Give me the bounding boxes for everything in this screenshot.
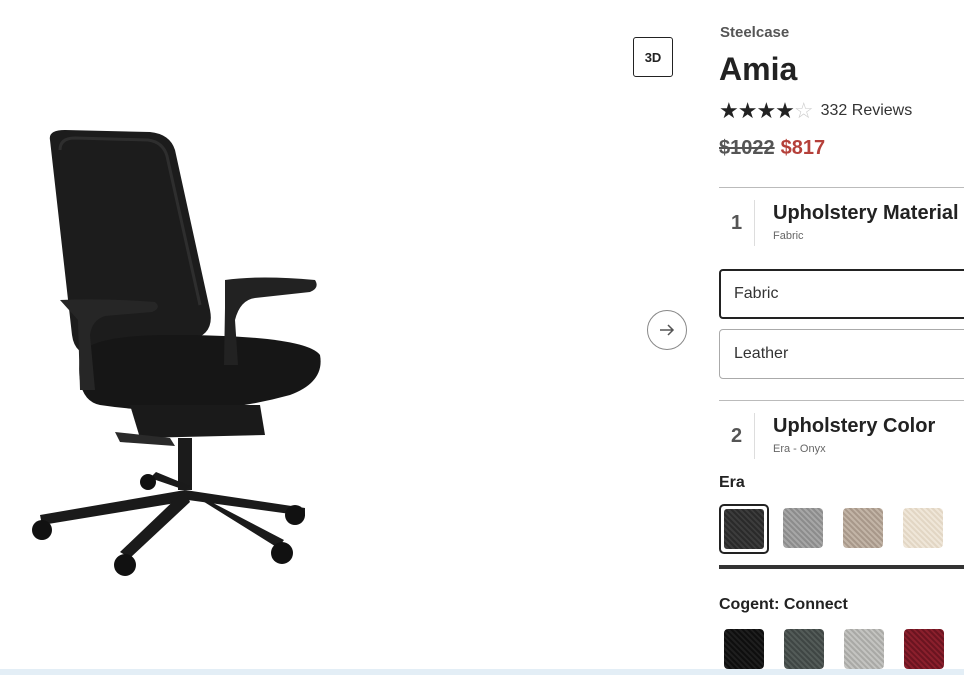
- swatch-group-cogent: [724, 629, 964, 669]
- step-divider: [754, 413, 755, 459]
- swatch-era-grey[interactable]: [783, 508, 823, 548]
- swatch-era-onyx[interactable]: [719, 504, 769, 554]
- swatch-scroll-indicator[interactable]: [719, 565, 964, 569]
- swatch-group-era: [719, 504, 963, 554]
- chair-image: [32, 130, 321, 576]
- swatch-cogent-light[interactable]: [844, 629, 884, 669]
- star-rating: ★★★★☆: [719, 98, 814, 123]
- swatch-cogent-slate[interactable]: [784, 629, 824, 669]
- step-divider: [754, 200, 755, 246]
- original-price: $1022: [719, 137, 775, 159]
- reviews-link[interactable]: 332 Reviews: [821, 102, 913, 120]
- price-block: $1022 $817: [719, 137, 825, 160]
- step-number: 1: [731, 212, 743, 234]
- product-config-panel: Steelcase Amia ★★★★☆ 332 Reviews $1022 $8…: [719, 0, 964, 675]
- step-upholstery-material[interactable]: 1 Upholstery Material Fabric: [719, 187, 964, 258]
- swatch-group-label-cogent: Cogent: Connect: [719, 596, 848, 613]
- swatch-cogent-red[interactable]: [904, 629, 944, 669]
- swatch-cogent-black[interactable]: [724, 629, 764, 669]
- product-image-area: [0, 0, 640, 675]
- bottom-edge-strip: [0, 669, 964, 675]
- step-number: 2: [731, 425, 743, 447]
- next-image-button[interactable]: [647, 310, 687, 350]
- rating-row[interactable]: ★★★★☆ 332 Reviews: [719, 98, 912, 124]
- swatch-texture: [724, 509, 764, 549]
- swatch-era-taupe[interactable]: [843, 508, 883, 548]
- arrow-right-icon: [660, 324, 675, 336]
- product-title: Amia: [719, 51, 798, 87]
- view-3d-button[interactable]: 3D: [633, 37, 673, 77]
- brand-name[interactable]: Steelcase: [720, 24, 789, 41]
- sale-price: $817: [780, 137, 826, 159]
- step-upholstery-color[interactable]: 2 Upholstery Color Era - Onyx: [719, 400, 964, 471]
- step-title: Upholstery Material: [773, 202, 959, 224]
- step-selected-value: Fabric: [773, 230, 804, 242]
- step-title: Upholstery Color: [773, 415, 936, 437]
- swatch-era-cream[interactable]: [903, 508, 943, 548]
- step-selected-value: Era - Onyx: [773, 443, 826, 455]
- option-leather[interactable]: Leather: [719, 329, 964, 379]
- option-fabric[interactable]: Fabric: [719, 269, 964, 319]
- swatch-group-label-era: Era: [719, 474, 745, 491]
